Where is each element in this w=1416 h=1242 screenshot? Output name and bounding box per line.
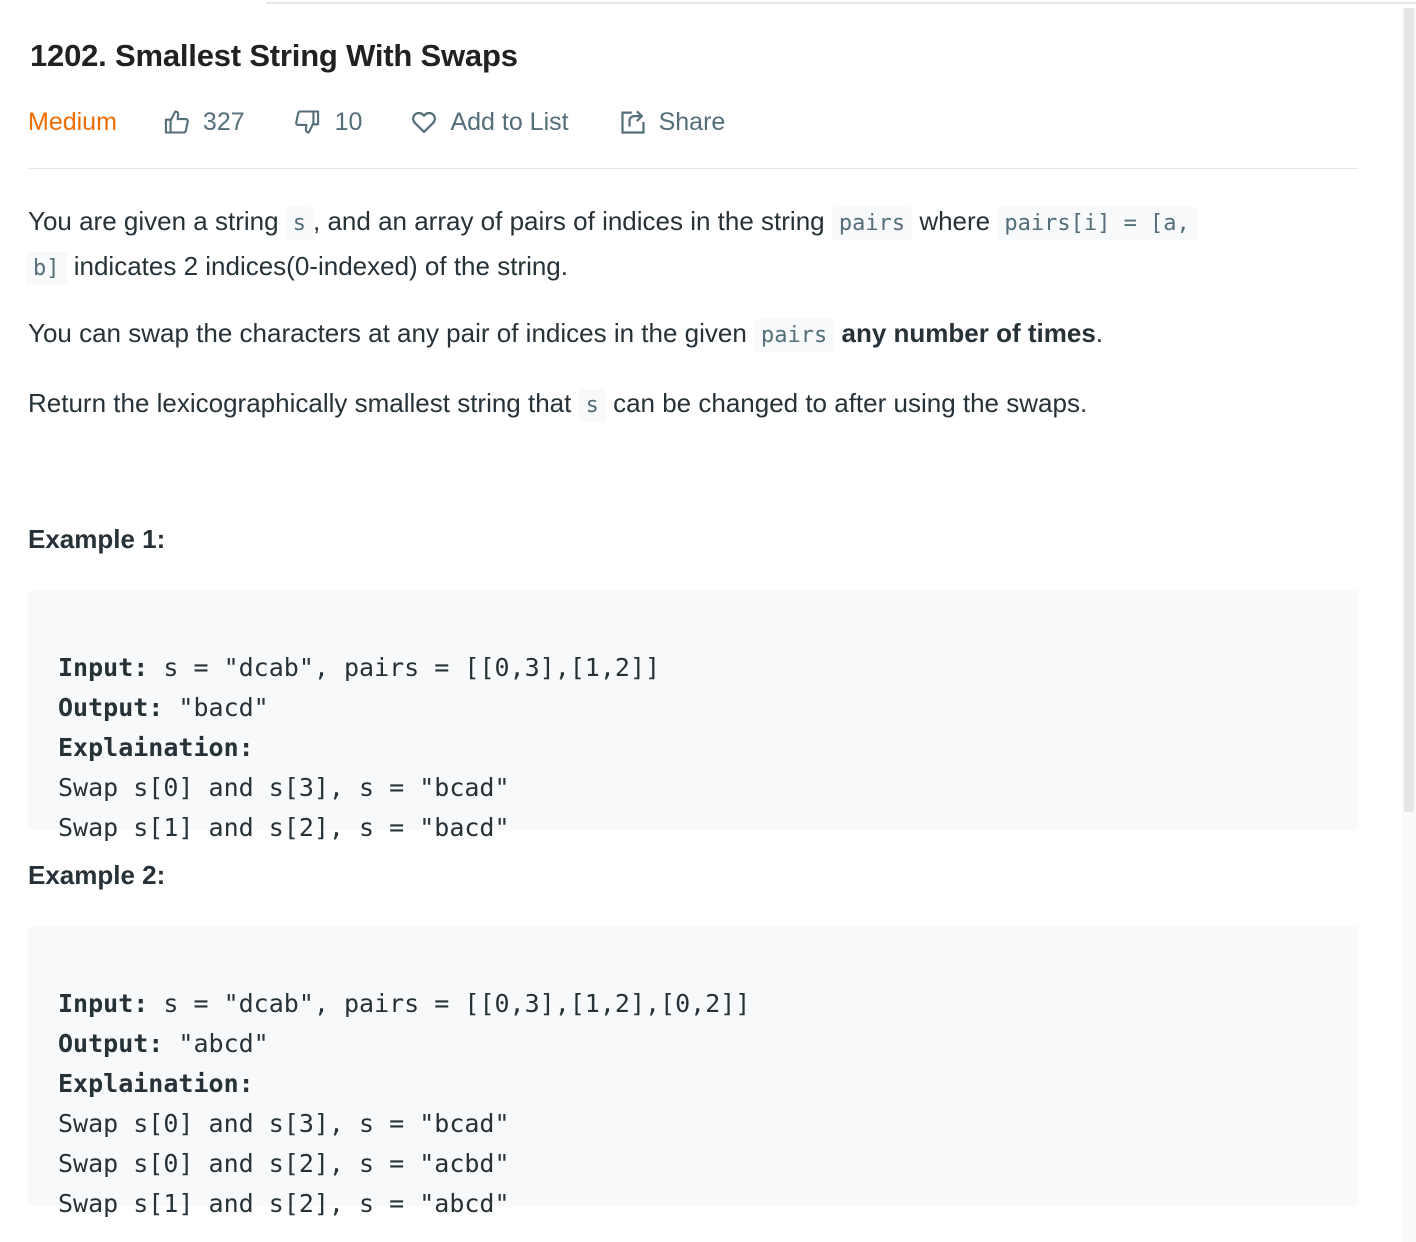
description-paragraph-2: You can swap the characters at any pair … — [28, 312, 1328, 357]
output-label: Output: — [58, 693, 164, 722]
desc-text: Return the lexicographically smallest st… — [28, 388, 579, 418]
explanation-label: Explaination: — [58, 1069, 254, 1098]
input-value: s = "dcab", pairs = [[0,3],[1,2]] — [148, 653, 661, 682]
input-value: s = "dcab", pairs = [[0,3],[1,2],[0,2]] — [148, 989, 751, 1018]
desc-text: You can swap the characters at any pair … — [28, 318, 755, 348]
scrollbar[interactable] — [1402, 8, 1416, 1242]
bold-text: any number of times — [841, 318, 1096, 348]
dislike-button[interactable]: 10 — [293, 107, 363, 137]
heart-icon — [412, 111, 437, 134]
inline-code: pairs[i] = [a, — [997, 207, 1197, 240]
input-label: Input: — [58, 989, 149, 1018]
explanation-label: Explaination: — [58, 733, 254, 762]
example-1-title: Example 1: — [28, 524, 166, 554]
description-paragraph-1: You are given a string s, and an array o… — [26, 200, 1328, 290]
desc-text: You are given a string — [28, 206, 286, 236]
input-label: Input: — [58, 653, 149, 682]
example-2-title: Example 2: — [28, 860, 166, 890]
inline-code: pairs — [831, 207, 913, 240]
example-step: Swap s[0] and s[3], s = "bcad" — [58, 1109, 510, 1138]
scrollbar-thumb[interactable] — [1404, 8, 1414, 812]
add-to-list-label: Add to List — [450, 107, 569, 136]
example-explanation-line: Explaination: — [58, 728, 1328, 768]
example-step: Swap s[0] and s[2], s = "acbd" — [58, 1149, 510, 1178]
example-output-line: Output: "abcd" — [58, 1024, 1328, 1064]
active-tab-segment — [0, 0, 266, 4]
tab-border-segment — [266, 0, 1416, 4]
dislike-count: 10 — [334, 107, 363, 136]
header-divider — [28, 168, 1358, 169]
top-tab-line — [0, 0, 1416, 4]
description-paragraph-3: Return the lexicographically smallest st… — [28, 382, 1328, 427]
example-explanation-line: Explaination: — [58, 1064, 1328, 1104]
like-count: 327 — [202, 107, 245, 136]
desc-text: . — [1095, 318, 1104, 348]
inline-code: b] — [26, 252, 67, 285]
share-label: Share — [658, 107, 726, 136]
desc-text: indicates 2 indices(0-indexed) of the st… — [66, 251, 568, 281]
output-value: "abcd" — [163, 1029, 269, 1058]
example-output-line: Output: "bacd" — [58, 688, 1328, 728]
example-step: Swap s[1] and s[2], s = "bacd" — [58, 813, 510, 842]
desc-text: , and an array of pairs of indices in th… — [313, 206, 832, 236]
like-button[interactable]: 327 — [163, 108, 245, 137]
example-1-box: Input: s = "dcab", pairs = [[0,3],[1,2]]… — [28, 590, 1358, 842]
add-to-list-button[interactable]: Add to List — [410, 107, 569, 137]
thumbs-down-icon — [294, 110, 319, 134]
share-button[interactable]: Share — [619, 107, 726, 137]
example-input-line: Input: s = "dcab", pairs = [[0,3],[1,2],… — [58, 984, 1328, 1024]
desc-text: where — [912, 206, 998, 236]
thumbs-up-icon — [164, 110, 189, 134]
example-2-box: Input: s = "dcab", pairs = [[0,3],[1,2],… — [28, 926, 1358, 1218]
output-value: "bacd" — [163, 693, 269, 722]
example-input-line: Input: s = "dcab", pairs = [[0,3],[1,2]] — [58, 648, 1328, 688]
output-label: Output: — [58, 1029, 164, 1058]
problem-title: 1202. Smallest String With Swaps — [30, 38, 518, 73]
difficulty-label: Medium — [28, 107, 117, 136]
example-step: Swap s[1] and s[2], s = "abcd" — [58, 1189, 510, 1218]
example-step: Swap s[0] and s[3], s = "bcad" — [58, 773, 510, 802]
inline-code: s — [578, 389, 606, 422]
desc-text: can be changed to after using the swaps. — [605, 388, 1088, 418]
inline-code: pairs — [754, 319, 835, 352]
problem-meta-row: Medium 327 10 Add to List Share — [28, 104, 1358, 140]
share-icon — [620, 110, 645, 134]
inline-code: s — [285, 207, 314, 240]
